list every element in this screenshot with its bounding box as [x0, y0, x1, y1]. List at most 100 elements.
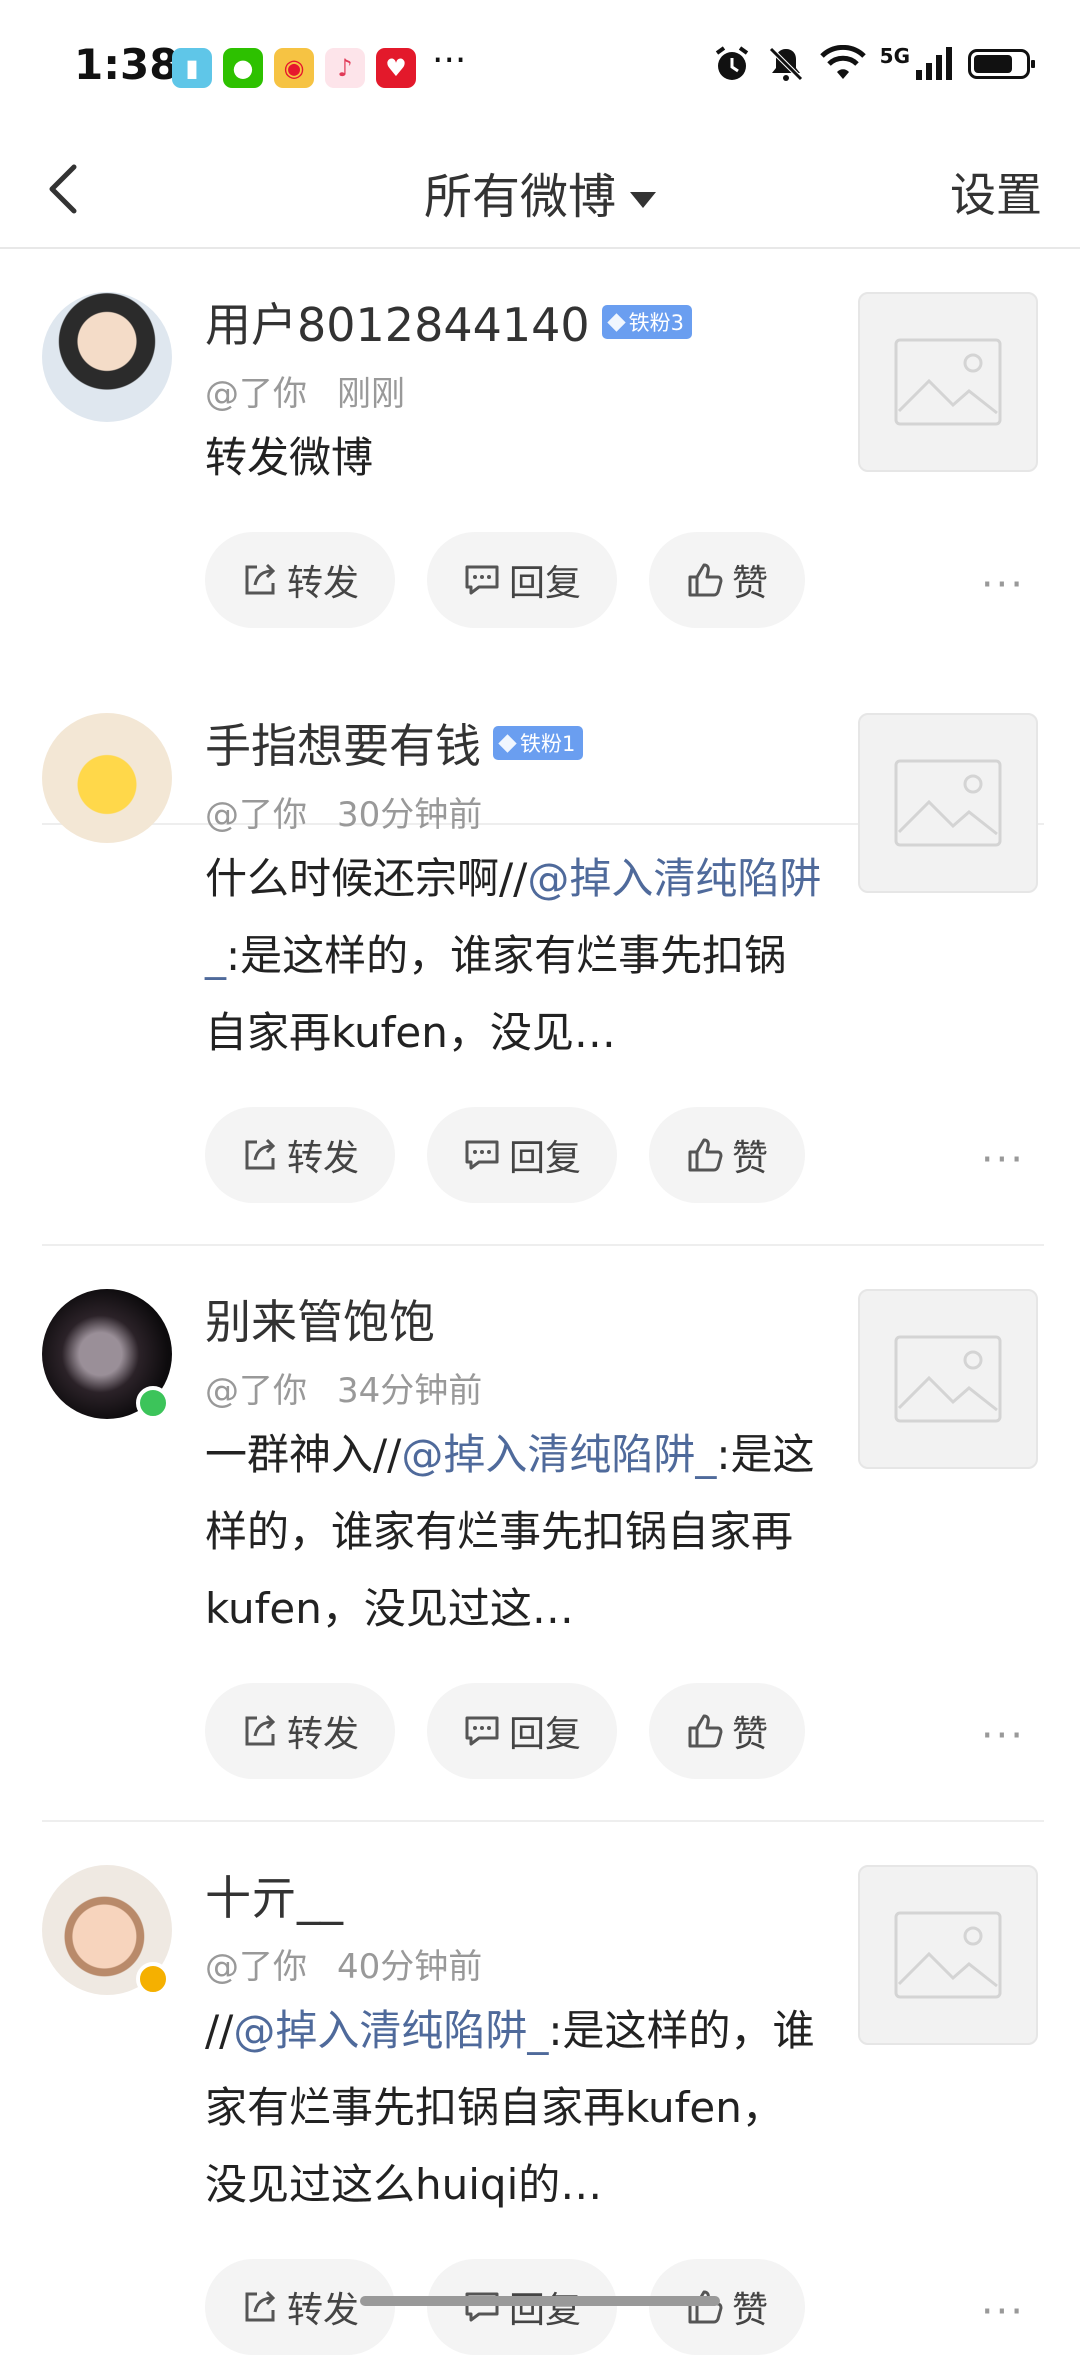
reply-label: 回复: [508, 563, 581, 604]
verified-badge: [136, 1962, 170, 1996]
weibo-icon: ◉: [274, 48, 314, 88]
more-options-button[interactable]: ···: [981, 2289, 1025, 2335]
mention-link[interactable]: @掉入清纯陷阱_: [401, 1430, 716, 1479]
reply-button[interactable]: 回复: [427, 2259, 617, 2355]
username[interactable]: 用户8012844140: [205, 289, 590, 355]
wifi-icon: [819, 45, 866, 79]
repost-label: 转发: [286, 563, 359, 604]
post-meta: @了你 刚刚: [205, 366, 405, 415]
list-item[interactable]: 别来管饱饱 @了你 34分钟前 一群神入//@掉入清纯陷阱_:是这样的，谁家有烂事…: [0, 1246, 1080, 1822]
thumbnail[interactable]: [858, 713, 1038, 893]
username[interactable]: 手指想要有钱: [205, 710, 481, 776]
post-content[interactable]: //@掉入清纯陷阱_:是这样的，谁家有烂事先扣锅自家再kufen，没见过这么hu…: [205, 1992, 825, 2223]
settings-button[interactable]: 设置: [950, 159, 1042, 225]
content-text: 转发微博: [205, 433, 374, 482]
username[interactable]: 别来管饱饱: [205, 1286, 435, 1352]
like-label: 赞: [731, 563, 768, 604]
username[interactable]: 十亓__: [205, 1862, 343, 1928]
post-time: 34分钟前: [337, 1371, 483, 1411]
thumbs-up-icon: [688, 2290, 723, 2324]
status-more: ···: [432, 40, 467, 81]
like-button[interactable]: 赞: [649, 2259, 805, 2355]
mention-label: @了你: [205, 374, 307, 414]
post-meta: @了你 30分钟前: [205, 787, 482, 836]
music-icon: ♪: [325, 48, 365, 88]
thumbnail[interactable]: [858, 292, 1038, 472]
post-time: 刚刚: [337, 374, 405, 414]
mention-link[interactable]: @掉入清纯陷阱_: [233, 2006, 548, 2055]
online-status-dot: [136, 1386, 170, 1420]
like-button[interactable]: 赞: [649, 532, 805, 628]
battery-icon: [968, 49, 1035, 79]
reply-icon: [465, 2292, 499, 2322]
thumbs-up-icon: [688, 563, 723, 597]
reply-label: 回复: [508, 1714, 581, 1755]
wechat-icon: ●: [223, 48, 263, 88]
repost-button[interactable]: 转发: [205, 532, 395, 628]
image-placeholder-icon: [894, 1335, 1002, 1423]
content-text: 一群神入//: [205, 1430, 402, 1479]
repost-button[interactable]: 转发: [205, 1107, 395, 1203]
reply-button[interactable]: 回复: [427, 1107, 617, 1203]
reply-label: 回复: [508, 1138, 581, 1179]
more-options-button[interactable]: ···: [981, 1137, 1025, 1183]
repost-label: 转发: [286, 1714, 359, 1755]
like-label: 赞: [731, 1138, 768, 1179]
status-time: 1:38: [74, 40, 179, 89]
mention-label: @了你: [205, 1371, 307, 1411]
thumbnail[interactable]: [858, 1865, 1038, 2045]
repost-icon: [245, 1714, 276, 1746]
post-time: 30分钟前: [337, 795, 483, 835]
repost-label: 转发: [286, 1138, 359, 1179]
repost-button[interactable]: 转发: [205, 2259, 395, 2355]
fan-badge-label: 铁粉1: [520, 732, 576, 756]
thumbnail[interactable]: [858, 1289, 1038, 1469]
repost-icon: [245, 563, 276, 595]
page-title: 所有微博: [423, 169, 616, 225]
reply-icon: [465, 1140, 499, 1170]
reply-button[interactable]: 回复: [427, 532, 617, 628]
avatar[interactable]: [42, 292, 172, 422]
mention-label: @了你: [205, 1947, 307, 1987]
home-indicator[interactable]: [360, 2296, 720, 2306]
reply-icon: [465, 565, 499, 595]
repost-icon: [245, 1138, 276, 1170]
post-meta: @了你 40分钟前: [205, 1939, 482, 1988]
reply-button[interactable]: 回复: [427, 1683, 617, 1779]
reply-icon: [465, 1716, 499, 1746]
network-label: 5G: [879, 44, 910, 68]
like-label: 赞: [731, 1714, 768, 1755]
post-content[interactable]: 一群神入//@掉入清纯陷阱_:是这样的，谁家有烂事先扣锅自家再kufen，没见过…: [205, 1416, 825, 1647]
content-text: :是这样的，谁家有烂事先扣锅自家再kufen，没见…: [205, 931, 787, 1057]
avatar[interactable]: [42, 713, 172, 843]
content-text: //: [205, 2006, 234, 2055]
mute-icon: [768, 47, 803, 81]
more-options-button[interactable]: ···: [981, 1713, 1025, 1759]
list-item[interactable]: 手指想要有钱 铁粉1 @了你 30分钟前 什么时候还宗啊//@掉入清纯陷阱_:是这…: [0, 670, 1080, 1246]
nav-bar: 所有微博 设置: [0, 135, 1080, 249]
fan-badge: 铁粉1: [493, 726, 584, 760]
caret-down-icon: [630, 192, 656, 208]
diamond-icon: [498, 733, 517, 753]
post-meta: @了你 34分钟前: [205, 1363, 482, 1412]
repost-icon: [245, 2290, 276, 2322]
more-options-button[interactable]: ···: [981, 562, 1025, 608]
thumbs-up-icon: [688, 1138, 723, 1172]
repost-button[interactable]: 转发: [205, 1683, 395, 1779]
signal-icon: [916, 47, 952, 80]
like-label: 赞: [731, 2290, 768, 2331]
post-time: 40分钟前: [337, 1947, 483, 1987]
list-item[interactable]: 十亓__ @了你 40分钟前 //@掉入清纯陷阱_:是这样的，谁家有烂事先扣锅自家…: [0, 1822, 1080, 2355]
diamond-icon: [606, 312, 626, 332]
post-content[interactable]: 转发微博: [205, 419, 825, 496]
fan-badge-label: 铁粉3: [628, 311, 685, 335]
thumbs-up-icon: [688, 1714, 723, 1748]
like-button[interactable]: 赞: [649, 1683, 805, 1779]
post-content[interactable]: 什么时候还宗啊//@掉入清纯陷阱_:是这样的，谁家有烂事先扣锅自家再kufen，…: [205, 840, 825, 1071]
feed-filter-dropdown[interactable]: 所有微博: [0, 157, 1080, 227]
book-app-icon: ▮: [172, 48, 212, 88]
like-button[interactable]: 赞: [649, 1107, 805, 1203]
reply-label: 回复: [508, 2290, 581, 2331]
image-placeholder-icon: [894, 338, 1002, 426]
image-placeholder-icon: [894, 759, 1002, 847]
